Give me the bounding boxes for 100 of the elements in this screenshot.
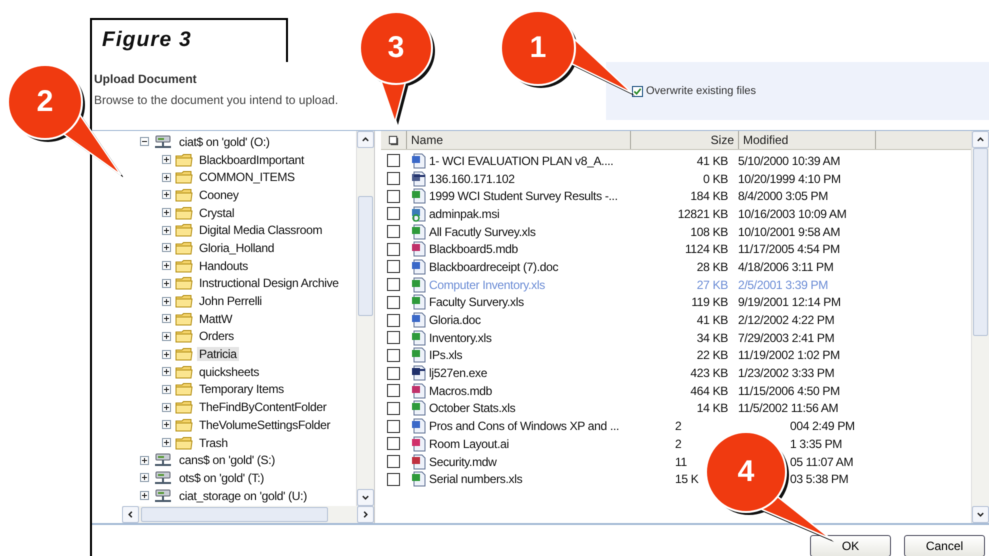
scroll-down-icon[interactable]: [976, 510, 985, 519]
expander-icon[interactable]: [162, 296, 171, 306]
tree-item[interactable]: Trash: [197, 436, 230, 450]
scroll-up-icon[interactable]: [361, 135, 370, 144]
dialog-title: Upload Document: [94, 72, 198, 86]
file-name[interactable]: Inventory.xls: [429, 330, 492, 345]
expander-icon[interactable]: [140, 456, 149, 465]
expander-icon[interactable]: [140, 137, 149, 146]
tree-item[interactable]: Cooney: [197, 188, 241, 202]
file-checkbox[interactable]: [387, 296, 400, 309]
expander-icon[interactable]: [162, 155, 171, 164]
column-header[interactable]: Modified: [739, 131, 876, 149]
file-checkbox[interactable]: [387, 366, 400, 380]
expander-icon[interactable]: [162, 314, 171, 324]
file-checkbox[interactable]: [387, 172, 400, 186]
file-checkbox[interactable]: [387, 420, 400, 433]
file-checkbox[interactable]: [387, 348, 400, 362]
file-name[interactable]: October Stats.xls: [429, 401, 516, 416]
tree-item[interactable]: MattW: [197, 312, 234, 326]
scroll-right-icon[interactable]: [361, 510, 370, 519]
tree-item[interactable]: Orders: [197, 329, 236, 344]
file-name[interactable]: Room Layout.ai: [429, 436, 509, 451]
file-checkbox[interactable]: [387, 384, 400, 398]
file-checkbox[interactable]: [387, 154, 400, 168]
expander-icon[interactable]: [162, 367, 171, 376]
file-name[interactable]: Blackboardreceipt (7).doc: [429, 260, 558, 274]
expander-icon[interactable]: [162, 350, 171, 359]
file-checkbox[interactable]: [387, 402, 400, 415]
expander-icon[interactable]: [162, 420, 171, 430]
file-checkbox[interactable]: [387, 260, 400, 274]
file-checkbox[interactable]: [387, 437, 400, 450]
column-header[interactable]: Size: [631, 131, 739, 149]
horizontal-scrollbar[interactable]: [122, 506, 374, 523]
vertical-scrollbar[interactable]: [356, 131, 374, 506]
tree-item[interactable]: Digital Media Classroom: [197, 223, 324, 238]
scroll-up-icon[interactable]: [976, 135, 985, 144]
expander-icon[interactable]: [162, 208, 171, 218]
file-checkbox[interactable]: [387, 242, 400, 256]
scroll-left-icon[interactable]: [126, 510, 135, 519]
expander-icon[interactable]: [162, 384, 171, 394]
file-modified-date: 7/29/2003 2:41 PM: [738, 330, 834, 345]
overwrite-checkbox[interactable]: Overwrite existing files: [632, 85, 756, 97]
tree-item[interactable]: Gloria_Holland: [197, 240, 276, 255]
tree-item[interactable]: Patricia: [197, 347, 239, 362]
checkbox-box[interactable]: [632, 86, 643, 96]
file-checkbox[interactable]: [387, 314, 400, 327]
file-name[interactable]: All Facutly Survey.xls: [429, 224, 536, 239]
tree-item[interactable]: COMMON_ITEMS: [197, 170, 297, 184]
tree-item[interactable]: ciat$ on 'gold' (O:): [177, 134, 272, 149]
expander-icon[interactable]: [162, 243, 171, 252]
dialog-button[interactable]: Cancel: [904, 535, 985, 556]
file-name[interactable]: Security.mdw: [429, 454, 497, 469]
tree-item[interactable]: John Perrelli: [197, 294, 264, 308]
tree-item[interactable]: ciat_storage on 'gold' (U:): [177, 488, 309, 503]
file-name[interactable]: 1999 WCI Student Survey Results -...: [429, 189, 618, 204]
tree-item[interactable]: cans$ on 'gold' (S:): [177, 453, 277, 468]
column-header[interactable]: Name: [407, 131, 631, 149]
file-name[interactable]: Pros and Cons of Windows XP and ...: [429, 419, 620, 434]
expander-icon[interactable]: [162, 226, 171, 235]
file-name[interactable]: Blackboard5.mdb: [429, 242, 518, 256]
tree-item[interactable]: Crystal: [197, 206, 236, 220]
tree-item[interactable]: quicksheets: [197, 364, 262, 379]
expander-icon[interactable]: [162, 261, 171, 270]
expander-icon[interactable]: [162, 332, 171, 341]
tree-item[interactable]: ots$ on 'gold' (T:): [177, 470, 266, 485]
select-all-icon[interactable]: [388, 134, 399, 146]
file-name[interactable]: Faculty Survery.xls: [429, 295, 524, 310]
file-name[interactable]: 136.160.171.102: [429, 172, 515, 186]
expander-icon[interactable]: [162, 438, 171, 448]
file-modified-date: 5/10/2000 10:39 AM: [738, 154, 840, 168]
file-checkbox[interactable]: [387, 190, 400, 203]
file-checkbox[interactable]: [387, 472, 400, 486]
file-name[interactable]: IPs.xls: [429, 348, 462, 362]
file-checkbox[interactable]: [387, 207, 400, 220]
expander-icon[interactable]: [162, 278, 171, 288]
file-checkbox[interactable]: [387, 225, 400, 238]
tree-item[interactable]: Instructional Design Archive: [197, 276, 341, 290]
file-name[interactable]: Macros.mdb: [429, 384, 492, 398]
file-name[interactable]: lj527en.exe: [429, 366, 488, 380]
vertical-scrollbar[interactable]: [971, 131, 989, 523]
file-checkbox[interactable]: [387, 278, 400, 292]
file-checkbox[interactable]: [387, 331, 400, 344]
tree-item[interactable]: Temporary Items: [197, 382, 286, 396]
dialog-instruction: Browse to the document you intend to upload.: [94, 93, 340, 107]
file-checkbox[interactable]: [387, 455, 400, 468]
file-name[interactable]: adminpak.msi: [429, 206, 500, 221]
expander-icon[interactable]: [162, 172, 171, 182]
expander-icon[interactable]: [140, 491, 149, 500]
expander-icon[interactable]: [140, 473, 149, 482]
tree-item[interactable]: TheVolumeSettingsFolder: [197, 418, 332, 432]
expander-icon[interactable]: [162, 190, 171, 200]
expander-icon[interactable]: [162, 402, 171, 412]
scroll-down-icon[interactable]: [361, 493, 370, 502]
file-name[interactable]: 1- WCI EVALUATION PLAN v8_A....: [429, 154, 614, 168]
file-name[interactable]: Serial numbers.xls: [429, 472, 522, 486]
tree-item[interactable]: BlackboardImportant: [197, 152, 306, 167]
file-name[interactable]: Gloria.doc: [429, 313, 481, 328]
tree-item[interactable]: Handouts: [197, 258, 250, 273]
dialog-button[interactable]: OK: [810, 535, 891, 556]
tree-item[interactable]: TheFindByContentFolder: [197, 400, 328, 414]
